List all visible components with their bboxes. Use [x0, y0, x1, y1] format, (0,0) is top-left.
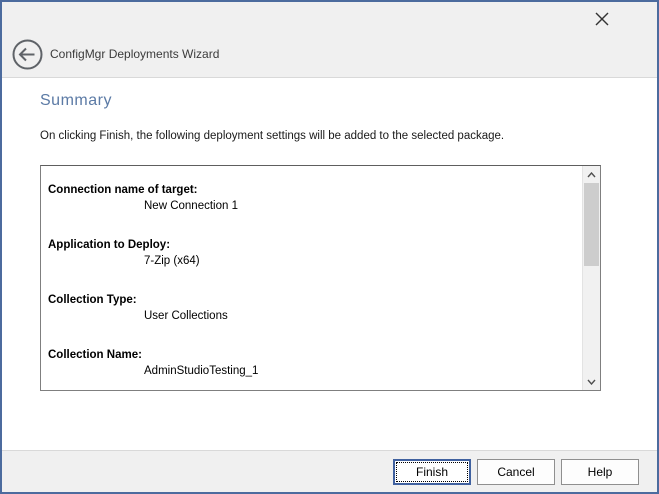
finish-button[interactable]: Finish [393, 459, 471, 485]
summary-settings-text: Connection name of target: New Connectio… [41, 166, 583, 390]
summary-item-value: User Collections [144, 308, 583, 324]
summary-item: Collection Type: User Collections [48, 292, 583, 324]
scroll-up-icon[interactable] [583, 166, 600, 183]
scroll-down-icon[interactable] [583, 373, 600, 390]
summary-item: Connection name of target: New Connectio… [48, 182, 583, 214]
summary-item: Collection Name: AdminStudioTesting_1 [48, 347, 583, 379]
summary-item-value: New Connection 1 [144, 198, 583, 214]
vertical-scrollbar[interactable] [582, 166, 600, 390]
summary-item-value: AdminStudioTesting_1 [144, 363, 583, 379]
summary-item-label: Collection Name: [48, 347, 583, 363]
summary-item: Application to Deploy: 7-Zip (x64) [48, 237, 583, 269]
summary-item-label: Application to Deploy: [48, 237, 583, 253]
back-button[interactable] [12, 39, 43, 70]
close-icon[interactable] [591, 8, 613, 30]
summary-item-label: Connection name of target: [48, 182, 583, 198]
wizard-header: ConfigMgr Deployments Wizard [2, 2, 657, 78]
page-description: On clicking Finish, the following deploy… [40, 130, 504, 142]
wizard-page-summary: Summary On clicking Finish, the followin… [2, 78, 657, 450]
summary-settings-panel: Connection name of target: New Connectio… [40, 165, 601, 391]
page-title: Summary [40, 92, 112, 110]
wizard-footer: Finish Cancel Help [2, 450, 657, 492]
summary-item-label: Collection Type: [48, 292, 583, 308]
cancel-button[interactable]: Cancel [477, 459, 555, 485]
summary-item-value: 7-Zip (x64) [144, 253, 583, 269]
wizard-title: ConfigMgr Deployments Wizard [50, 47, 219, 61]
scrollbar-thumb[interactable] [584, 183, 599, 266]
help-button[interactable]: Help [561, 459, 639, 485]
configmgr-deployments-wizard-dialog: ConfigMgr Deployments Wizard Summary On … [0, 0, 659, 494]
